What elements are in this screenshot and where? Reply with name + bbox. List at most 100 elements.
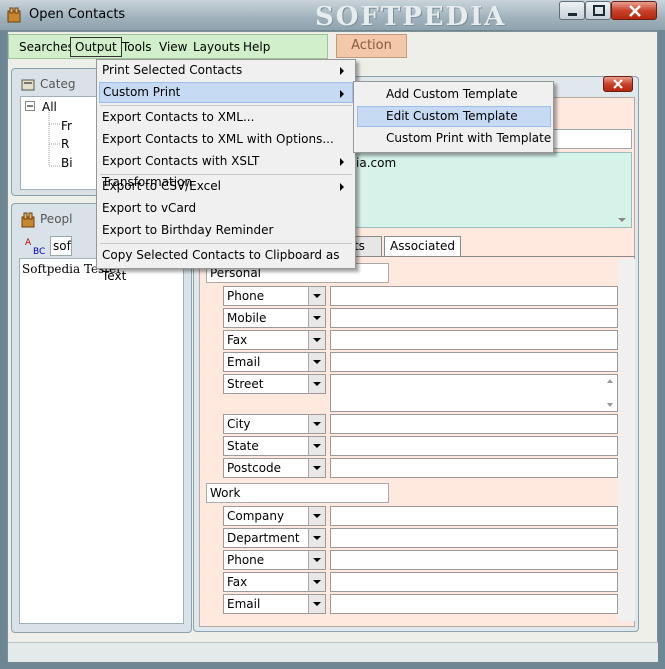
chevron-down-icon[interactable] (308, 375, 325, 393)
tab-associated[interactable]: Associated (384, 236, 462, 257)
combo-label: Phone (227, 553, 265, 567)
combo-label: Postcode (227, 461, 282, 475)
menu-item-export-xml[interactable]: Export Contacts to XML... (102, 107, 352, 128)
combo-label: Phone (227, 289, 265, 303)
menu-help[interactable]: Help (239, 37, 274, 57)
contact-email-area[interactable] (355, 152, 632, 228)
chevron-down-icon[interactable] (308, 551, 325, 569)
city-type-select[interactable]: City (223, 414, 326, 434)
city-field[interactable] (330, 414, 618, 434)
combo-label: State (227, 439, 259, 453)
combo-label: Email (227, 355, 261, 369)
status-bar (8, 642, 658, 662)
menu-item-print-with-template[interactable]: Custom Print with Template (386, 128, 551, 149)
phone-type-select[interactable]: Phone (223, 286, 326, 306)
chevron-down-icon[interactable] (308, 529, 325, 547)
street-field[interactable] (330, 374, 618, 412)
state-field[interactable] (330, 436, 618, 456)
chevron-down-icon[interactable] (308, 331, 325, 349)
phone-field[interactable] (330, 286, 618, 306)
menu-searches[interactable]: Searches (15, 37, 78, 57)
combo-label: Company (227, 509, 285, 523)
work-email-type-select[interactable]: Email (223, 594, 326, 614)
tree-item[interactable]: Fr (61, 119, 72, 133)
company-type-select[interactable]: Company (223, 506, 326, 526)
state-type-select[interactable]: State (223, 436, 326, 456)
close-icon (629, 5, 641, 17)
department-type-select[interactable]: Department (223, 528, 326, 548)
chevron-down-icon[interactable] (308, 353, 325, 371)
action-button[interactable]: Action (336, 34, 407, 58)
chevron-down-icon[interactable] (308, 437, 325, 455)
department-field[interactable] (330, 528, 618, 548)
email-partial-text: ia.com (356, 156, 397, 170)
work-phone-type-select[interactable]: Phone (223, 550, 326, 570)
window-title: Open Contacts (29, 7, 126, 22)
tree-lines (48, 112, 60, 167)
street-type-select[interactable]: Street (223, 374, 326, 394)
people-icon (21, 212, 35, 228)
chevron-down-icon[interactable] (308, 415, 325, 433)
menu-item-add-template[interactable]: Add Custom Template (386, 84, 518, 105)
submenu-arrow-icon (340, 67, 344, 75)
menu-item-copy-clipboard[interactable]: Copy Selected Contacts to Clipboard as T… (102, 245, 352, 283)
combo-label: Department (227, 531, 300, 545)
maximize-icon (593, 5, 605, 16)
chevron-down-icon[interactable] (308, 595, 325, 613)
combo-label: Email (227, 597, 261, 611)
minimize-button[interactable] (559, 1, 585, 20)
menu-view[interactable]: View (155, 37, 191, 57)
combo-label: Fax (227, 333, 248, 347)
work-phone-field[interactable] (330, 550, 618, 570)
combo-label: City (227, 417, 251, 431)
form-scrollbar[interactable] (618, 259, 635, 621)
people-list[interactable] (19, 258, 184, 624)
sort-abc-icon[interactable]: ABC (24, 236, 46, 256)
work-fax-field[interactable] (330, 572, 618, 592)
people-search-input[interactable]: sof (50, 236, 72, 256)
menu-item-export-xslt[interactable]: Export Contacts with XSLT Transformation (102, 151, 352, 189)
svg-text:A: A (25, 238, 32, 248)
menu-separator (100, 174, 352, 175)
postcode-field[interactable] (330, 458, 618, 478)
menu-layouts[interactable]: Layouts (189, 37, 244, 57)
detail-close-button[interactable] (603, 76, 633, 92)
email-type-select[interactable]: Email (223, 352, 326, 372)
chevron-down-icon[interactable] (308, 573, 325, 591)
tree-item[interactable]: Bi (61, 156, 73, 170)
menu-item-export-vcard[interactable]: Export to vCard (102, 198, 352, 219)
mobile-type-select[interactable]: Mobile (223, 308, 326, 328)
company-field[interactable] (330, 506, 618, 526)
close-button[interactable] (611, 1, 657, 20)
menu-item-export-birthday[interactable]: Export to Birthday Reminder (102, 220, 352, 241)
scroll-down-icon[interactable] (616, 214, 628, 226)
menu-output[interactable]: Output (70, 37, 122, 57)
menu-item-print-selected[interactable]: Print Selected Contacts (102, 60, 352, 81)
svg-text:BC: BC (33, 247, 45, 256)
work-email-field[interactable] (330, 594, 618, 614)
street-scroll-icon[interactable] (604, 376, 616, 410)
watermark: SOFTPEDIA (315, 2, 507, 32)
combo-label: Fax (227, 575, 248, 589)
menu-tools[interactable]: Tools (118, 37, 156, 57)
chevron-down-icon[interactable] (308, 309, 325, 327)
chevron-down-icon[interactable] (308, 287, 325, 305)
maximize-button[interactable] (585, 1, 611, 20)
menu-item-export-csv[interactable]: Export to CSV/Excel (102, 176, 352, 197)
postcode-type-select[interactable]: Postcode (223, 458, 326, 478)
menu-item-label: Custom Print (103, 85, 181, 99)
menu-item-edit-template[interactable]: Edit Custom Template (357, 106, 551, 127)
work-fax-type-select[interactable]: Fax (223, 572, 326, 592)
mobile-field[interactable] (330, 308, 618, 328)
fax-field[interactable] (330, 330, 618, 350)
tree-item[interactable]: R (61, 137, 69, 151)
menu-item-export-xml-options[interactable]: Export Contacts to XML with Options... (102, 129, 352, 150)
chevron-down-icon[interactable] (308, 507, 325, 525)
categories-title: Categ (40, 77, 76, 91)
collapse-icon[interactable] (25, 101, 36, 112)
chevron-down-icon[interactable] (308, 459, 325, 477)
fax-type-select[interactable]: Fax (223, 330, 326, 350)
close-icon (613, 79, 623, 89)
email-field[interactable] (330, 352, 618, 372)
menu-item-custom-print[interactable]: Custom Print (99, 82, 353, 103)
